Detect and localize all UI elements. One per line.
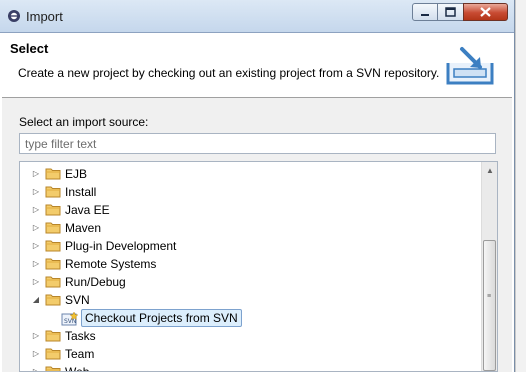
tree-item[interactable]: ▷ Install [20,183,478,201]
close-button[interactable] [463,3,508,21]
tree-item[interactable]: ◢ SVN [20,291,478,309]
tree-item-label: Tasks [65,329,96,343]
tree-item-label: EJB [65,167,88,181]
svn-checkout-icon: SVN [61,311,79,326]
folder-icon [45,185,61,198]
import-dialog: Import Select Create a new project by ch… [0,0,515,372]
folder-icon [45,329,61,342]
collapsed-arrow-icon[interactable]: ▷ [31,169,41,179]
background-overlay [515,0,526,372]
collapsed-arrow-icon[interactable]: ▷ [31,367,41,371]
collapsed-arrow-icon[interactable]: ▷ [31,277,41,287]
tree-item-label: SVN [65,293,90,307]
tree-item-label: Install [65,185,97,199]
import-wizard-icon [446,47,494,85]
vertical-scrollbar[interactable]: ▲ ≡ [481,162,497,371]
folder-icon [45,365,61,371]
wizard-header: Select Create a new project by checking … [2,33,512,98]
minimize-icon [421,14,429,16]
tree-item[interactable]: ▷ Java EE [20,201,478,219]
tree-item-label: Run/Debug [65,275,126,289]
folder-icon [45,239,61,252]
collapsed-arrow-icon[interactable]: ▷ [31,241,41,251]
folder-icon [45,203,61,216]
collapsed-arrow-icon[interactable]: ▷ [31,223,41,233]
tree-item-label: Team [65,347,95,361]
close-icon [480,7,491,17]
page-description: Create a new project by checking out an … [18,66,440,80]
scroll-thumb[interactable]: ≡ [483,240,496,371]
minimize-button[interactable] [412,3,438,21]
tree-item[interactable]: SVN Checkout Projects from SVN [20,309,478,327]
folder-icon [45,167,61,180]
folder-icon [45,257,61,270]
folder-icon [45,275,61,288]
maximize-icon [445,7,456,17]
tree-item-label: Maven [65,221,102,235]
page-title: Select [10,41,49,56]
tree-item[interactable]: ▷ Team [20,345,478,363]
tree-item[interactable]: ▷ Remote Systems [20,255,478,273]
collapsed-arrow-icon[interactable]: ▷ [31,259,41,269]
tree-item-label: Checkout Projects from SVN [81,309,242,327]
tree-item[interactable]: ▷ Maven [20,219,478,237]
wizard-body: Select an import source: ▷ EJB ▷ Install ▷ Ja… [2,98,512,372]
collapsed-arrow-icon[interactable]: ▷ [31,331,41,341]
tree-item[interactable]: ▷ EJB [20,165,478,183]
title-bar: Import [0,0,514,33]
collapsed-arrow-icon[interactable]: ▷ [31,187,41,197]
tree-item[interactable]: ▷ Tasks [20,327,478,345]
folder-icon [45,347,61,360]
tree-item-label: Java EE [65,203,110,217]
collapsed-arrow-icon[interactable]: ▷ [31,349,41,359]
svg-text:SVN: SVN [64,318,76,325]
scroll-up-arrow-icon[interactable]: ▲ [482,162,497,179]
tree-item-label: Remote Systems [65,257,157,271]
collapsed-arrow-icon[interactable]: ▷ [31,205,41,215]
tree-item[interactable]: ▷ Plug-in Development [20,237,478,255]
folder-icon [45,221,61,234]
maximize-button[interactable] [437,3,464,21]
tree-item[interactable]: ▷ Web [20,363,478,372]
tree-item[interactable]: ▷ Run/Debug [20,273,478,291]
folder-icon [45,293,61,306]
filter-input[interactable] [19,133,496,154]
import-source-label: Select an import source: [19,115,149,129]
tree-item-label: Plug-in Development [65,239,177,253]
grip-icon: ≡ [487,293,492,300]
window-title: Import [26,9,63,24]
import-source-tree[interactable]: ▷ EJB ▷ Install ▷ Java EE ▷ Maven ▷ Plug-in Devel… [19,161,498,372]
expanded-arrow-icon[interactable]: ◢ [31,295,41,305]
eclipse-icon [8,10,20,22]
tree-item-label: Web [65,365,90,372]
